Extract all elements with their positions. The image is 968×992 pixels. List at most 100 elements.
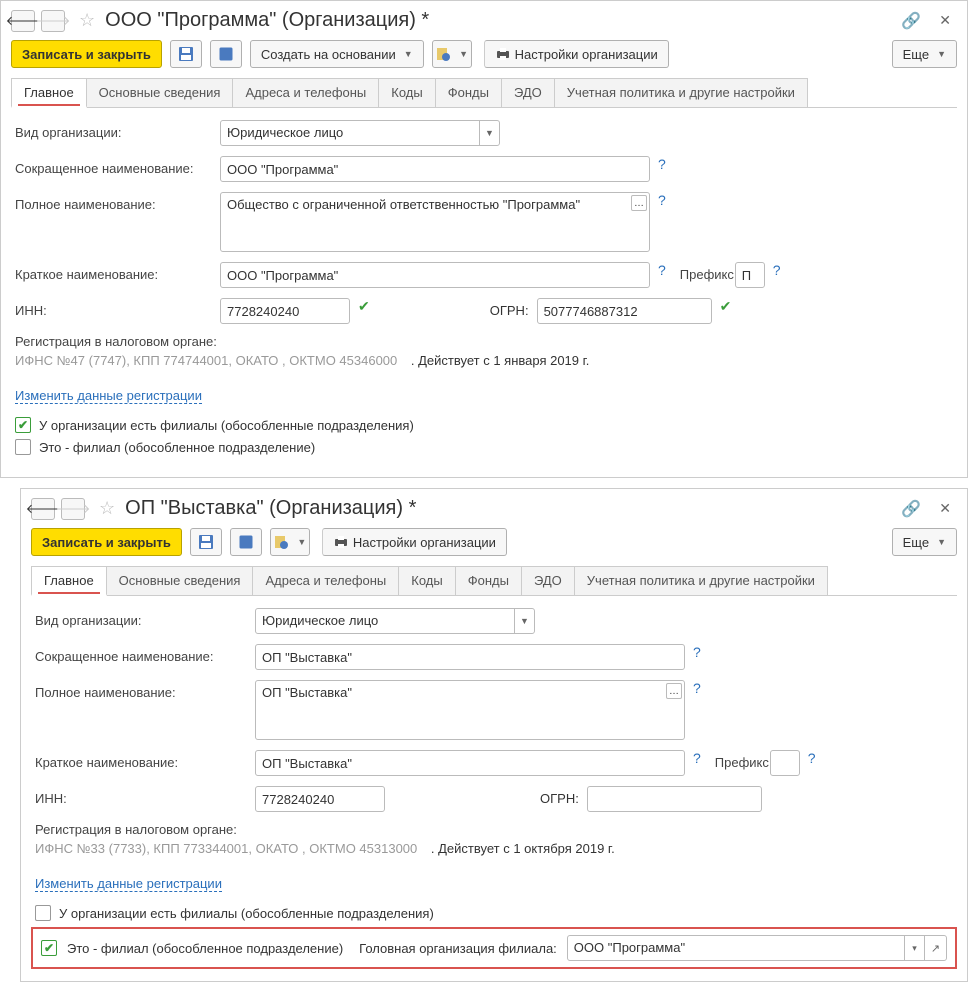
org-type-select[interactable]: Юридическое лицо ▼	[220, 120, 500, 146]
help-icon[interactable]: ?	[693, 644, 701, 660]
tab-addresses[interactable]: Адреса и телефоны	[232, 78, 379, 107]
registration-info: ИФНС №47 (7747), КПП 774744001, ОКАТО , …	[15, 353, 397, 368]
registration-date: . Действует с 1 января 2019 г.	[411, 353, 590, 368]
inn-input[interactable]	[220, 298, 350, 324]
full-name-textarea[interactable]: Общество с ограниченной ответственностью…	[220, 192, 650, 252]
nav-forward-button[interactable]: 🡒	[41, 10, 65, 32]
ogrn-input[interactable]	[537, 298, 712, 324]
short-name-input[interactable]	[255, 644, 685, 670]
tab-funds[interactable]: Фонды	[455, 566, 522, 595]
open-icon[interactable]: ↗	[924, 936, 946, 960]
brief-name-input[interactable]	[220, 262, 650, 288]
nav-forward-button[interactable]: 🡒	[61, 498, 85, 520]
ellipsis-button[interactable]: …	[631, 195, 647, 211]
check-ok-icon: ✔	[720, 298, 732, 315]
tab-accounting-policy[interactable]: Учетная политика и другие настройки	[574, 566, 828, 595]
inn-input[interactable]	[255, 786, 385, 812]
link-icon[interactable]: 🔗	[901, 499, 921, 519]
edit-registration-link[interactable]: Изменить данные регистрации	[15, 388, 202, 404]
close-icon[interactable]: ✕	[939, 500, 951, 517]
save-button[interactable]	[170, 40, 202, 68]
tab-bar: Главное Основные сведения Адреса и телеф…	[31, 566, 957, 596]
more-button[interactable]: Еще▼	[892, 528, 957, 556]
help-icon[interactable]: ?	[773, 262, 781, 278]
attachments-button[interactable]: ▼	[270, 528, 310, 556]
inn-label: ИНН:	[35, 786, 255, 806]
window-organization-2: 🡐 🡒 ☆ ОП "Выставка" (Организация) * 🔗 ✕ …	[20, 488, 968, 982]
close-icon[interactable]: ✕	[939, 12, 951, 29]
branch-highlight-box: ✔ Это - филиал (обособленное подразделен…	[31, 927, 957, 969]
inn-label: ИНН:	[15, 298, 220, 318]
favorite-star-icon[interactable]: ☆	[99, 498, 115, 519]
tab-main[interactable]: Главное	[11, 78, 87, 108]
attachments-button[interactable]: ▼	[432, 40, 472, 68]
window-organization-1: 🡐 🡒 ☆ ООО "Программа" (Организация) * 🔗 …	[0, 0, 968, 478]
org-type-label: Вид организации:	[15, 120, 220, 140]
prefix-input[interactable]	[735, 262, 765, 288]
prefix-input[interactable]	[770, 750, 800, 776]
chevron-down-icon[interactable]: ▼	[479, 121, 499, 145]
ellipsis-button[interactable]: …	[666, 683, 682, 699]
ogrn-label: ОГРН:	[540, 786, 579, 806]
nav-back-button[interactable]: 🡐	[11, 10, 35, 32]
has-branches-checkbox[interactable]: ✔	[15, 417, 31, 433]
list-button[interactable]	[210, 40, 242, 68]
save-and-close-button[interactable]: Записать и закрыть	[11, 40, 162, 68]
help-icon[interactable]: ?	[808, 750, 816, 766]
tab-accounting-policy[interactable]: Учетная политика и другие настройки	[554, 78, 808, 107]
tab-basic-info[interactable]: Основные сведения	[106, 566, 254, 595]
org-settings-button[interactable]: Настройки организации	[484, 40, 669, 68]
save-and-close-button[interactable]: Записать и закрыть	[31, 528, 182, 556]
favorite-star-icon[interactable]: ☆	[79, 10, 95, 31]
tab-main[interactable]: Главное	[31, 566, 107, 596]
org-settings-button[interactable]: Настройки организации	[322, 528, 507, 556]
full-name-textarea[interactable]: ОП "Выставка" …	[255, 680, 685, 740]
more-button[interactable]: Еще▼	[892, 40, 957, 68]
help-icon[interactable]: ?	[693, 750, 701, 766]
has-branches-checkbox[interactable]	[35, 905, 51, 921]
edit-registration-link[interactable]: Изменить данные регистрации	[35, 876, 222, 892]
org-type-select[interactable]: Юридическое лицо ▼	[255, 608, 535, 634]
brief-name-label: Краткое наименование:	[15, 262, 220, 282]
help-icon[interactable]: ?	[658, 156, 666, 172]
tab-bar: Главное Основные сведения Адреса и телеф…	[11, 78, 957, 108]
short-name-input[interactable]	[220, 156, 650, 182]
chevron-down-icon[interactable]: ▾	[904, 936, 924, 960]
has-branches-label: У организации есть филиалы (обособленные…	[39, 418, 414, 433]
is-branch-checkbox[interactable]	[15, 439, 31, 455]
full-name-label: Полное наименование:	[35, 680, 255, 700]
ogrn-input[interactable]	[587, 786, 762, 812]
ogrn-label: ОГРН:	[490, 298, 529, 318]
help-icon[interactable]: ?	[658, 192, 666, 208]
short-name-label: Сокращенное наименование:	[15, 156, 220, 176]
registration-info: ИФНС №33 (7733), КПП 773344001, ОКАТО , …	[35, 841, 417, 856]
list-button[interactable]	[230, 528, 262, 556]
registration-date: . Действует с 1 октября 2019 г.	[431, 841, 615, 856]
is-branch-label: Это - филиал (обособленное подразделение…	[39, 440, 315, 455]
prefix-label: Префикс:	[680, 262, 885, 282]
link-icon[interactable]: 🔗	[901, 11, 921, 31]
nav-back-button[interactable]: 🡐	[31, 498, 55, 520]
save-button[interactable]	[190, 528, 222, 556]
is-branch-label: Это - филиал (обособленное подразделение…	[67, 941, 343, 956]
help-icon[interactable]: ?	[693, 680, 701, 696]
short-name-label: Сокращенное наименование:	[35, 644, 255, 664]
tab-basic-info[interactable]: Основные сведения	[86, 78, 234, 107]
parent-org-label: Головная организация филиала:	[359, 941, 557, 956]
parent-org-select[interactable]: ООО "Программа" ▾ ↗	[567, 935, 947, 961]
tab-codes[interactable]: Коды	[398, 566, 455, 595]
tab-funds[interactable]: Фонды	[435, 78, 502, 107]
registration-heading: Регистрация в налоговом органе:	[35, 822, 953, 837]
tab-edo[interactable]: ЭДО	[501, 78, 555, 107]
help-icon[interactable]: ?	[658, 262, 666, 278]
is-branch-checkbox[interactable]: ✔	[41, 940, 57, 956]
chevron-down-icon[interactable]: ▼	[514, 609, 534, 633]
brief-name-input[interactable]	[255, 750, 685, 776]
tab-codes[interactable]: Коды	[378, 78, 435, 107]
window-title: ООО "Программа" (Организация) *	[105, 9, 895, 32]
org-type-label: Вид организации:	[35, 608, 255, 628]
tab-addresses[interactable]: Адреса и телефоны	[252, 566, 399, 595]
prefix-label: Префикс:	[715, 750, 920, 770]
tab-edo[interactable]: ЭДО	[521, 566, 575, 595]
create-based-on-button[interactable]: Создать на основании▼	[250, 40, 424, 68]
